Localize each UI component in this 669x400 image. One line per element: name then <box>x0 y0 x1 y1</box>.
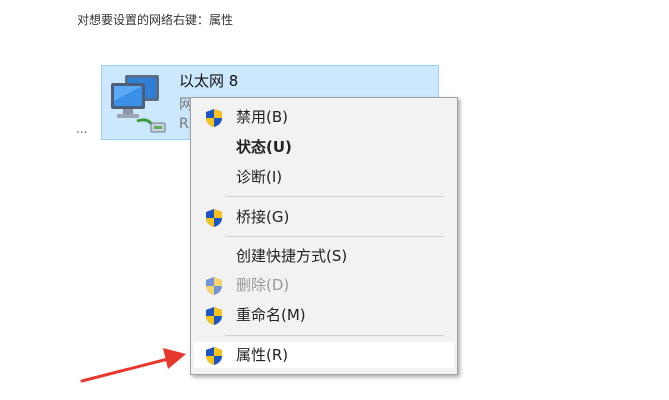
menu-separator <box>225 236 444 237</box>
uac-shield-icon <box>206 277 222 295</box>
menu-item-create-shortcut[interactable]: 创建快捷方式(S) <box>194 243 454 269</box>
menu-label: 删除(D) <box>236 276 290 294</box>
instruction-text: 对想要设置的网络右键：属性 <box>77 13 234 27</box>
context-menu: 禁用(B) 状态(U) 诊断(I) 桥接(G) 创建快捷方式(S) 删除(D) … <box>190 97 458 375</box>
uac-shield-icon <box>206 347 222 365</box>
menu-label: 状态(U) <box>236 138 292 156</box>
menu-separator <box>225 335 444 336</box>
menu-label: 属性(R) <box>236 346 289 364</box>
menu-item-diagnose[interactable]: 诊断(I) <box>194 164 454 190</box>
menu-item-delete[interactable]: 删除(D) <box>194 272 454 298</box>
menu-item-rename[interactable]: 重命名(M) <box>194 302 454 328</box>
adapter-device-line: R <box>179 116 189 132</box>
menu-item-status[interactable]: 状态(U) <box>194 134 454 160</box>
uac-shield-icon <box>206 109 222 127</box>
menu-item-disable[interactable]: 禁用(B) <box>194 104 454 130</box>
menu-item-properties[interactable]: 属性(R) <box>194 342 454 368</box>
menu-label: 诊断(I) <box>236 168 283 186</box>
uac-shield-icon <box>206 209 222 227</box>
menu-item-bridge[interactable]: 桥接(G) <box>194 204 454 230</box>
menu-label: 重命名(M) <box>236 306 306 324</box>
menu-label: 桥接(G) <box>236 208 290 226</box>
menu-separator <box>225 196 444 197</box>
adapter-name: 以太网 8 <box>179 72 239 90</box>
ellipsis-text: ... <box>76 122 88 136</box>
uac-shield-icon <box>206 307 222 325</box>
network-adapter-icon <box>111 75 166 133</box>
menu-label: 禁用(B) <box>236 108 288 126</box>
menu-label: 创建快捷方式(S) <box>236 247 348 265</box>
